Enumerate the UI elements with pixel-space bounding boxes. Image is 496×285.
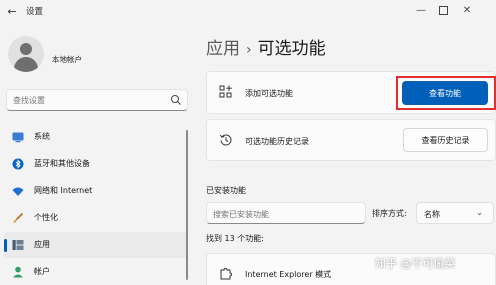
account-name: 本地帐户 [52,55,82,64]
sidebar-item-label: 系统 [34,132,50,141]
breadcrumb-separator: › [246,42,252,58]
sidebar-scrollbar[interactable] [186,130,188,280]
sidebar-item-bluetooth[interactable]: 蓝牙和其他设备 [4,151,188,177]
sidebar-item-apps[interactable]: 应用 [4,232,188,258]
close-icon[interactable]: ✕ [458,2,476,18]
sort-dropdown[interactable]: 名称 ⌄ [416,202,494,224]
sidebar-item-label: 蓝牙和其他设备 [34,159,90,168]
feature-count: 找到 13 个功能: [206,234,264,243]
sidebar-item-network[interactable]: 网络和 Internet [4,178,188,204]
sort-value: 名称 [424,210,440,219]
installed-search-box[interactable] [206,202,366,224]
account-icon [13,266,23,278]
app-title: 设置 [26,7,44,17]
breadcrumb: 应用 › 可选功能 [206,34,326,59]
back-arrow-icon[interactable]: ← [4,3,20,19]
sort-label: 排序方式: [372,209,407,218]
watermark: 知乎 @不可偷菜 [375,257,456,270]
search-icon[interactable] [170,94,182,106]
wifi-icon [12,187,24,196]
installed-search-input[interactable] [213,207,353,221]
breadcrumb-parent[interactable]: 应用 [206,39,240,59]
sidebar-item-system[interactable]: 系统 [4,124,188,150]
add-feature-label: 添加可选功能 [245,89,293,98]
chevron-down-icon: ⌄ [476,208,483,217]
puzzle-icon [220,268,232,280]
brush-icon [13,212,24,223]
maximize-icon[interactable] [434,2,452,18]
system-icon [12,132,24,143]
sidebar-item-label: 网络和 Internet [34,186,93,195]
sidebar-item-accounts[interactable]: 帐户 [4,259,188,285]
sidebar-item-label: 应用 [34,240,50,249]
feature-label: Internet Explorer 模式 [245,270,332,279]
installed-section-title: 已安装功能 [206,186,246,195]
active-indicator [4,239,7,252]
settings-search-input[interactable] [13,93,163,107]
title-bar: ← 设置 — ✕ [0,0,496,22]
sidebar-item-personalization[interactable]: 个性化 [4,205,188,231]
settings-search-box[interactable] [6,89,188,111]
sidebar-item-label: 个性化 [34,213,58,222]
add-grid-icon [219,85,232,98]
apps-icon [12,240,24,250]
sidebar-item-label: 帐户 [34,267,50,276]
history-icon [219,134,232,146]
history-label: 可选功能历史记录 [245,137,309,146]
avatar[interactable] [8,36,44,72]
minimize-icon[interactable]: — [412,2,430,18]
page-title: 可选功能 [257,39,326,59]
bluetooth-icon [12,158,24,170]
view-history-button[interactable]: 查看历史记录 [403,128,488,152]
highlight-frame [396,76,496,110]
